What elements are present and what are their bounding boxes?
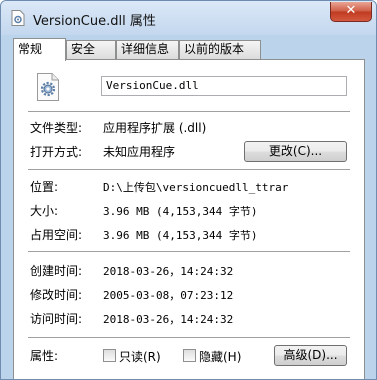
attributes-label: 属性: <box>30 349 59 363</box>
readonly-checkbox[interactable] <box>103 349 116 362</box>
title-bar[interactable]: VersionCue.dll 属性 ✕ <box>1 1 376 35</box>
accessed-label: 访问时间: <box>30 312 83 326</box>
size-value: 3.96 MB (4,153,344 字节) <box>103 205 258 218</box>
opens-with-value: 未知应用程序 <box>103 145 176 159</box>
file-type-value: 应用程序扩展 (.dll) <box>103 121 207 135</box>
close-button[interactable]: ✕ <box>330 2 372 22</box>
filename-field[interactable]: VersionCue.dll <box>101 76 347 96</box>
close-icon: ✕ <box>345 3 357 18</box>
tab-security[interactable]: 安全 <box>66 40 116 59</box>
window-title: VersionCue.dll 属性 <box>33 14 156 29</box>
modified-value: 2005-03-08，07:23:12 <box>103 289 234 302</box>
location-label: 位置: <box>30 180 59 194</box>
general-tab-panel <box>13 59 365 379</box>
readonly-label[interactable]: 只读(R) <box>119 348 161 365</box>
opens-with-label: 打开方式: <box>30 145 83 159</box>
properties-window: VersionCue.dll 属性 ✕ 常规 安全 详细信息 以前的版本 Ver… <box>0 0 377 380</box>
separator <box>28 111 350 112</box>
tab-details[interactable]: 详细信息 <box>116 40 179 59</box>
size-on-disk-label: 占用空间: <box>30 228 83 242</box>
dll-file-icon <box>11 10 25 26</box>
dll-gear-file-icon <box>37 73 59 101</box>
advanced-button[interactable]: 高级(D)... <box>274 345 347 366</box>
tab-general[interactable]: 常规 <box>13 38 66 61</box>
size-label: 大小: <box>30 204 59 218</box>
modified-label: 修改时间: <box>30 288 83 302</box>
accessed-value: 2018-03-26，14:24:32 <box>103 313 234 326</box>
location-value: D:\上传包\versioncuedll_ttrar <box>103 181 289 194</box>
separator <box>28 169 350 170</box>
separator <box>28 251 350 252</box>
file-type-label: 文件类型: <box>30 121 83 135</box>
separator <box>28 337 350 338</box>
size-on-disk-value: 3.96 MB (4,153,344 字节) <box>103 229 258 242</box>
created-value: 2018-03-26，14:24:32 <box>103 265 234 278</box>
change-button[interactable]: 更改(C)... <box>244 141 347 162</box>
created-label: 创建时间: <box>30 264 83 278</box>
hidden-checkbox[interactable] <box>183 349 196 362</box>
hidden-label[interactable]: 隐藏(H) <box>199 348 241 365</box>
tab-previous-versions[interactable]: 以前的版本 <box>179 40 261 59</box>
